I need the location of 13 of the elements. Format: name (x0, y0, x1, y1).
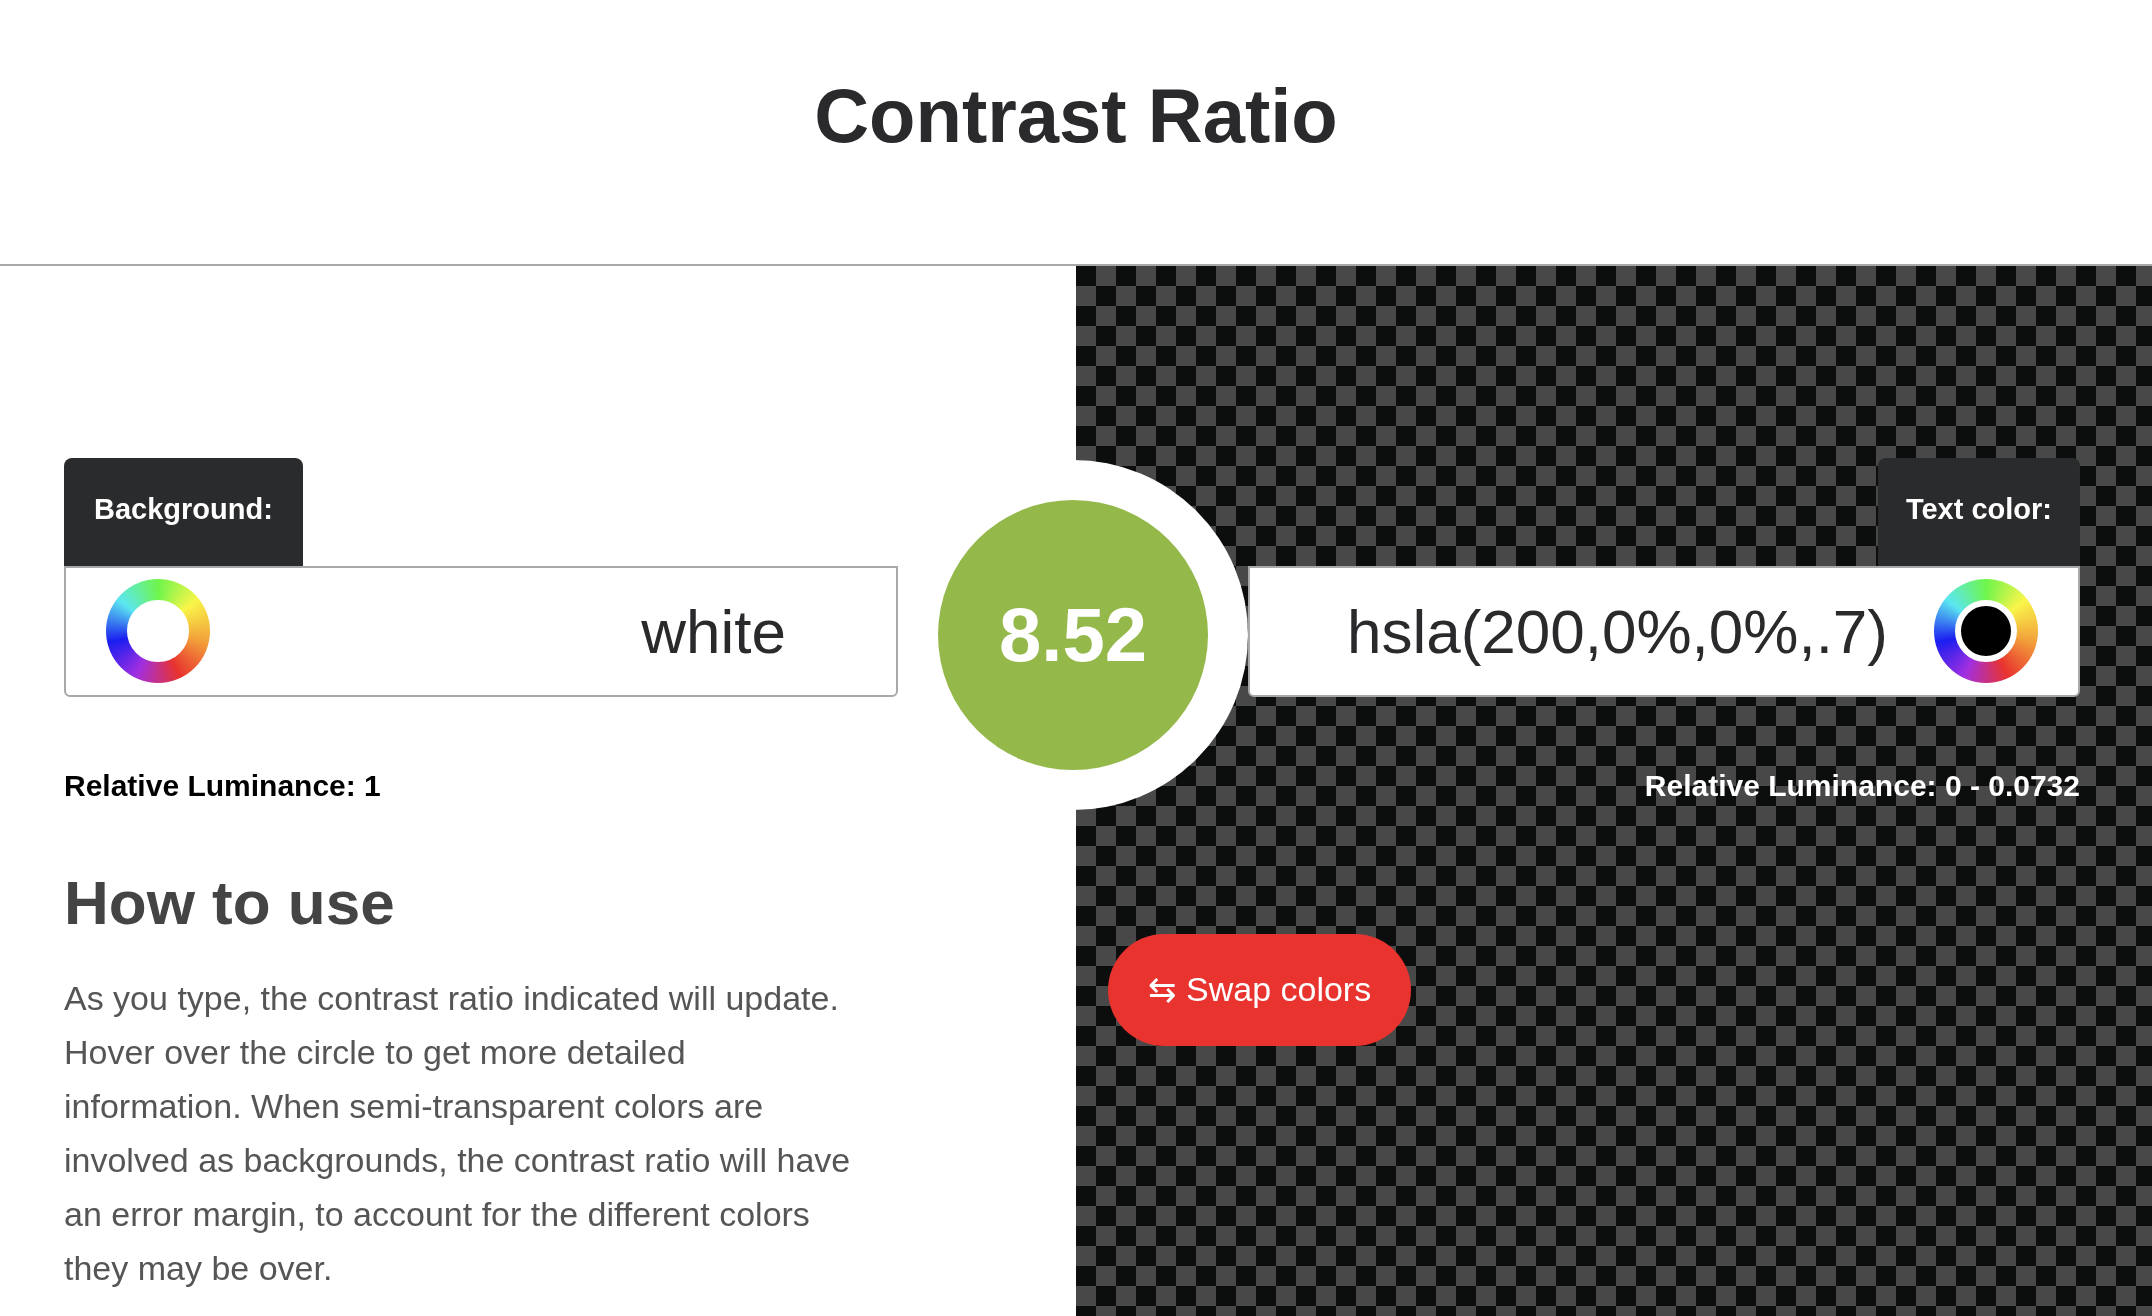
color-value-input[interactable]: hsla(200,0%,0%,.7) (1270, 584, 1888, 678)
relative-luminance-text: Relative Luminance: 0 - 0.0732 (1644, 767, 2080, 804)
instructions-paragraph: As you type, the contrast ratio indicated will update. Hover over the circle to get more detailed information. When semi-transparent colors are involved as backgrounds, the contrast ratio will have an error margin, to account for the different colors they may be over. (64, 977, 852, 1289)
relative-luminance-text: Relative Luminance: 1 (64, 767, 382, 804)
swap-icon: ⇆ (1148, 964, 1176, 1015)
text-color-label: Text color: (1877, 458, 2080, 566)
color-value-input[interactable]: white (210, 584, 786, 678)
background-label: Background: (64, 458, 303, 566)
page-title: Contrast Ratio (814, 72, 1338, 160)
background-color-field[interactable]: white (64, 565, 898, 697)
text-color-field[interactable]: hsla(200,0%,0%,.7) (1248, 565, 2080, 697)
swap-colors-button[interactable]: ⇆ Swap colors (1108, 933, 1412, 1046)
section-heading: How to use (64, 866, 396, 939)
